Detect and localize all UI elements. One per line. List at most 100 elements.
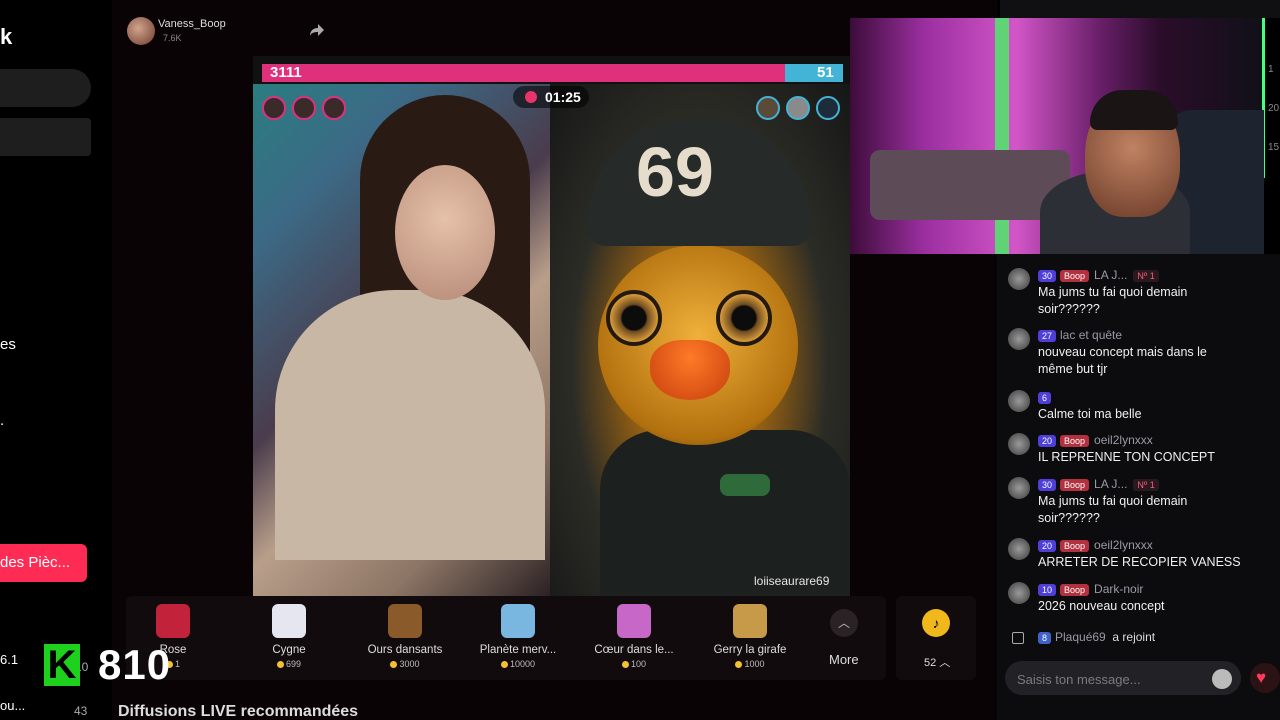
gift-item[interactable]: Cygne 699 [234,600,344,669]
rank-badge: Nº 1 [1133,270,1159,282]
fan-club-badge: Boop [1060,435,1090,447]
search-pill[interactable] [0,69,91,107]
coin-icon [500,661,508,669]
top-gifter-avatar[interactable] [756,96,780,120]
level-badge: 10 [1038,584,1057,596]
chat-avatar[interactable] [1008,582,1030,604]
join-icon [1012,631,1024,644]
chat-username[interactable]: oeil2lynxxx [1094,433,1153,447]
score-right: 51 [817,64,834,81]
sidebar-text-1[interactable]: es [0,336,16,353]
get-coins-button[interactable]: des Pièc... [0,544,87,582]
chat-username[interactable]: Dark-noir [1094,582,1143,596]
gift-item[interactable]: Cœur dans le... 100 [579,600,689,669]
chat-username[interactable]: LA J... [1094,477,1127,491]
level-badge: 6 [1038,392,1052,404]
gift-price: 3000 [350,659,460,669]
duck-left-eye [606,290,662,346]
score-left: 3111 [270,64,302,81]
chat-message-text: nouveau concept mais dans le même but tj… [1038,345,1207,376]
chat-message: 20 Boop oeil2lynxxx IL REPRENNE TON CONCEPT [1008,433,1270,477]
gift-price-value: 1000 [744,659,765,669]
chevron-up-icon[interactable]: ︿ [830,609,858,637]
chat-username[interactable]: oeil2lynxxx [1094,538,1153,552]
chat-avatar[interactable] [1008,328,1030,350]
chat-message-header: 27 lac et quête [1038,328,1122,342]
gift-price-value: 100 [630,659,647,669]
battle-icon [525,91,537,103]
chat-message: 27 lac et quête nouveau concept mais dans … [1008,328,1270,376]
coin-icon [621,661,629,669]
cap-number: 69 [636,133,714,211]
chat-message-text: ARRETER DE RECOPIER VANESS [1038,555,1241,569]
chat-avatar[interactable] [1008,390,1030,412]
chat-avatar[interactable] [1008,477,1030,499]
level-badge: 30 [1038,270,1057,282]
chat-top-strip [1000,0,1280,18]
gift-price-value: 699 [285,659,302,669]
heart-icon[interactable]: ♥ [1256,668,1266,688]
chat-message-text: Ma jums tu fai quoi demain soir?????? [1038,285,1188,316]
chat-message-header: 6 [1038,390,1055,404]
join-username[interactable]: Plaqué69 [1055,630,1106,644]
sidebar-sub-label-2: ou... [0,698,26,713]
sidebar-text-2[interactable]: . [0,412,4,429]
top-gifter-avatar[interactable] [292,96,316,120]
gift-price: 100 [579,659,689,669]
top-gifter-avatar[interactable] [786,96,810,120]
fan-club-badge: Boop [1060,479,1090,491]
chat-avatar[interactable] [1008,433,1030,455]
fan-club-badge: Boop [1060,584,1090,596]
heart-hands-icon [617,604,651,638]
swan-icon [272,604,306,638]
giraffe-icon [733,604,767,638]
gift-item[interactable]: Gerry la girafe 1000 [695,600,805,669]
host-likes: 7.6K [163,33,182,43]
join-text: a rejoint [1112,630,1156,644]
brand-logo: k [0,24,13,49]
host-name[interactable]: Vaness_Boop [158,18,226,30]
rank-badge: Nº 1 [1133,479,1159,491]
fan-club-badge: Boop [1060,540,1090,552]
level-badge: 20 [1038,540,1057,552]
nav-pill[interactable] [0,118,91,156]
top-gifter-avatar[interactable] [322,96,346,120]
coin-icon [276,661,284,669]
gift-item[interactable]: Ours dansants 3000 [350,600,460,669]
coin-icon [735,661,743,669]
gift-name: Cygne [272,644,306,656]
chat-message-text: Calme toi ma belle [1038,407,1142,421]
tiktok-coin-icon[interactable]: ♪ [922,609,950,637]
gift-item[interactable]: Planète merv... 10000 [463,600,573,669]
fan-club-badge: Boop [1060,270,1090,282]
guest-name[interactable]: loiiseaurare69 [754,574,829,588]
chat-avatar[interactable] [1008,268,1030,290]
share-icon[interactable] [309,22,325,38]
duck-beak [650,340,730,400]
host-body [275,290,545,560]
top-gifter-avatar[interactable] [262,96,286,120]
emoji-icon[interactable] [1212,669,1232,689]
join-notice: 8 Plaqué69 a rejoint [1012,630,1155,644]
left-sidebar: k es . des Pièc... 6.1 ou... [0,0,112,720]
tiktok-coin-count[interactable]: 52 ︿ [924,654,950,670]
right-edge-number: 20 [1268,103,1280,114]
right-edge-numbers: 1 20 15 [1268,50,1279,167]
chat-avatar[interactable] [1008,538,1030,560]
chat-username[interactable]: lac et quête [1060,328,1122,342]
gift-name: Gerry la girafe [713,644,787,656]
more-gifts-button[interactable]: More [829,652,859,667]
chat-username[interactable]: LA J... [1094,268,1127,282]
host-avatar[interactable] [127,17,155,45]
level-badge: 27 [1038,330,1057,342]
score-value: 810 [98,641,172,688]
cam-streamer-hair [1090,90,1178,130]
chat-message-header: 20 Boop oeil2lynxxx [1038,538,1153,552]
bears-icon [388,604,422,638]
top-gifter-avatar[interactable] [816,96,840,120]
battle-progress-bar [262,64,785,82]
gift-price-value: 3000 [399,659,420,669]
gift-price-value: 10000 [509,659,536,669]
planet-icon [501,604,535,638]
chat-input-placeholder[interactable]: Saisis ton message... [1017,672,1141,687]
